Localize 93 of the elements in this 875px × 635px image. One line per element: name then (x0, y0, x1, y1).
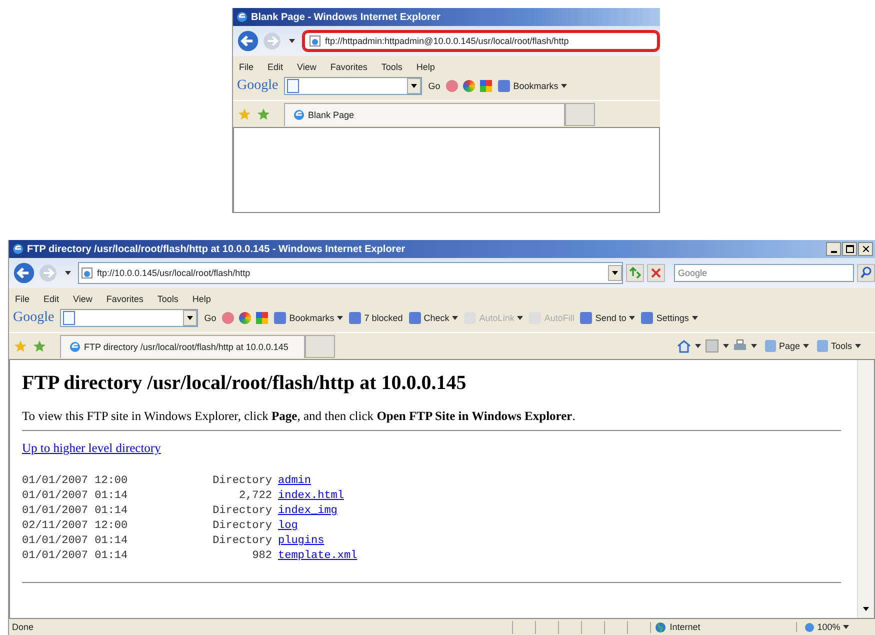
google-logo: Google (237, 78, 278, 94)
page-heading: FTP directory /usr/local/root/flash/http at 10.0.0.145 (22, 372, 468, 395)
parent-directory-link[interactable]: Up to higher level directory (22, 441, 161, 456)
menu-item[interactable]: Edit (44, 294, 60, 304)
menu-item[interactable]: File (239, 62, 254, 72)
toolbar-icon (498, 80, 510, 92)
date-text: 02/11/2007 12:00 (22, 519, 129, 534)
menu-item[interactable]: Help (416, 62, 435, 72)
dropdown-button[interactable] (407, 78, 422, 94)
menu-item[interactable]: Favorites (106, 294, 144, 304)
status-text: Done (11, 622, 35, 632)
menu-item[interactable]: Favorites (330, 62, 368, 72)
toolbar-icon (641, 312, 654, 324)
toolbar-icon (446, 80, 458, 92)
dropdown-button[interactable] (183, 310, 198, 326)
browser-tab[interactable]: FTP directory /usr/local/root/flash/http at 10.0.0.145 (60, 334, 306, 358)
toolbar-button[interactable]: Go (204, 313, 216, 323)
minimize-button[interactable] (826, 242, 841, 256)
toolbar-button[interactable]: Send to (580, 312, 636, 324)
file-link[interactable]: index.html (278, 489, 358, 504)
file-link[interactable]: template.xml (278, 549, 358, 564)
security-zone: Internet (650, 622, 794, 632)
date-text: 01/01/2007 01:14 (22, 504, 129, 519)
menu-item[interactable]: Tools (157, 294, 178, 304)
google-search-field[interactable] (284, 77, 422, 95)
size-text: 982 (251, 549, 272, 564)
window-title: Blank Page - Windows Internet Explorer (251, 12, 440, 22)
browser-tab[interactable]: Blank Page (284, 102, 565, 126)
ie-logo-icon (12, 243, 24, 255)
maximize-button[interactable] (842, 242, 857, 256)
scrollbar[interactable] (857, 360, 874, 618)
printer-icon[interactable] (732, 339, 747, 353)
toolbar-icon (239, 312, 252, 324)
address-field[interactable]: ftp://httpadmin:httpadmin@10.0.0.145/usr/local/root/flash/http (302, 30, 660, 52)
menu-item[interactable]: Help (192, 294, 211, 304)
menu-item[interactable]: View (73, 294, 92, 304)
file-link[interactable]: log (278, 519, 358, 534)
toolbar-button[interactable]: Bookmarks (274, 312, 344, 324)
size-text: Directory (212, 474, 272, 489)
date-text: 01/01/2007 01:14 (22, 489, 129, 504)
file-link[interactable]: plugins (278, 534, 358, 549)
menu-item[interactable]: Tools (381, 62, 402, 72)
ie-logo-icon (236, 11, 248, 23)
toolbar-icon (764, 340, 776, 352)
home-icon[interactable] (676, 339, 691, 353)
back-button[interactable] (237, 30, 259, 52)
window-title: FTP directory /usr/local/root/flash/http at 10.0.0.145 - Windows Internet Explorer (27, 244, 406, 254)
date-text: 01/01/2007 12:00 (22, 474, 129, 489)
size-text: Directory (212, 519, 272, 534)
instruction-text: To view this FTP site in Windows Explorer, click Page, and then click Open FTP Site in Windows Explorer. (22, 409, 576, 424)
toolbar-button[interactable]: Bookmarks (498, 80, 568, 92)
address-field[interactable]: ftp://10.0.0.145/usr/local/root/flash/http (78, 262, 623, 284)
star-icon[interactable] (14, 340, 27, 352)
stop-button[interactable] (647, 264, 665, 282)
size-text: 2,722 (238, 489, 272, 504)
toolbar-icon (463, 80, 476, 92)
toolbar-icon (816, 340, 828, 352)
toolbar-icon (222, 312, 234, 324)
toolbar-icon (256, 312, 268, 324)
close-button[interactable] (858, 242, 873, 256)
page-icon (309, 35, 321, 47)
toolbar-icon (580, 312, 592, 324)
star-icon[interactable] (238, 108, 251, 120)
page-icon (81, 267, 93, 279)
back-button[interactable] (13, 262, 35, 284)
size-text: Directory (212, 504, 272, 519)
date-text: 01/01/2007 01:14 (22, 549, 129, 564)
ie-logo-icon (69, 340, 81, 352)
google-logo: Google (13, 310, 54, 326)
globe-icon (654, 622, 666, 632)
file-link[interactable]: index_img (278, 504, 358, 519)
file-link[interactable]: admin (278, 474, 358, 489)
toolbar-icon (274, 312, 286, 324)
ie-logo-icon (293, 108, 305, 120)
search-button[interactable] (857, 264, 875, 282)
toolbar-icon (408, 312, 421, 324)
size-text: Directory (212, 534, 272, 549)
toolbar-button[interactable]: Settings (641, 312, 698, 324)
toolbar-button[interactable]: 7 blocked (349, 312, 403, 324)
google-search-field[interactable] (60, 309, 198, 327)
dropdown-button[interactable] (608, 265, 622, 281)
search-field[interactable]: Google (674, 264, 854, 282)
date-text: 01/01/2007 01:14 (22, 534, 129, 549)
menu-item[interactable]: Edit (268, 62, 284, 72)
menu-item[interactable]: View (297, 62, 316, 72)
toolbar-icon (480, 80, 492, 92)
command-button[interactable]: Tools (816, 340, 861, 352)
toolbar-icon (349, 312, 362, 324)
menu-item[interactable]: File (15, 294, 30, 304)
command-button[interactable]: Page (764, 340, 809, 352)
toolbar-button[interactable]: Check (408, 312, 458, 324)
zoom-button[interactable]: 100% (796, 622, 875, 632)
toolbar-button[interactable]: Go (428, 81, 440, 91)
